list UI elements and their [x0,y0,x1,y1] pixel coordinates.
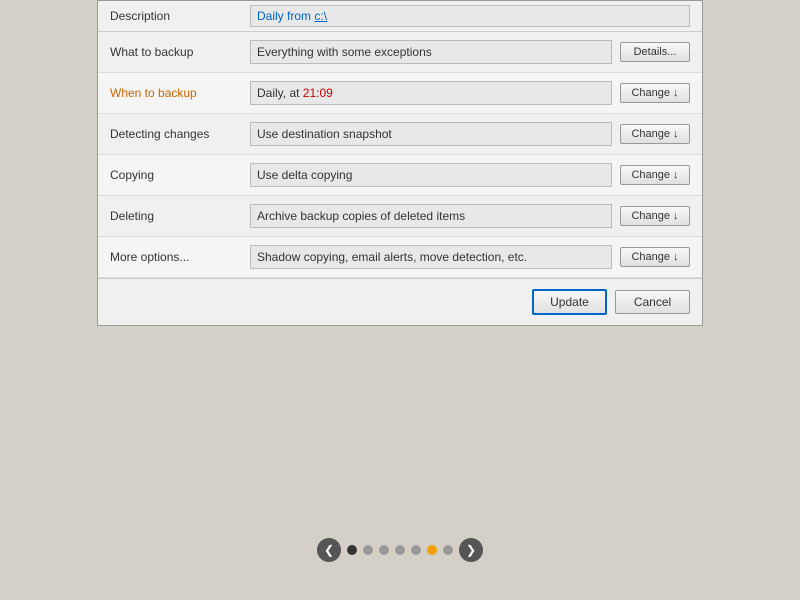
when-to-backup-label: When to backup [110,86,250,100]
page-dot-5[interactable] [411,545,421,555]
update-button[interactable]: Update [532,289,607,315]
row-deleting: Deleting Archive backup copies of delete… [98,196,702,237]
detecting-changes-value: Use destination snapshot [250,122,612,146]
more-options-label: More options... [110,250,250,264]
details-button[interactable]: Details... [620,42,690,62]
description-label: Description [110,9,250,23]
copying-value: Use delta copying [250,163,612,187]
copying-change-button[interactable]: Change ↓ [620,165,690,185]
page-dot-7[interactable] [443,545,453,555]
row-more-options: More options... Shadow copying, email al… [98,237,702,278]
row-what-to-backup: What to backup Everything with some exce… [98,32,702,73]
what-to-backup-value: Everything with some exceptions [250,40,612,64]
detecting-changes-label: Detecting changes [110,127,250,141]
deleting-label: Deleting [110,209,250,223]
when-to-backup-value: Daily, at 21:09 [250,81,612,105]
description-row: Description Daily from c:\ [98,1,702,32]
description-value: Daily from c:\ [250,5,690,27]
more-options-value: Shadow copying, email alerts, move detec… [250,245,612,269]
next-page-button[interactable]: ❯ [459,538,483,562]
page-dot-1[interactable] [347,545,357,555]
pagination: ❮ ❯ [0,538,800,562]
row-when-to-backup: When to backup Daily, at 21:09 Change ↓ [98,73,702,114]
deleting-value: Archive backup copies of deleted items [250,204,612,228]
row-copying: Copying Use delta copying Change ↓ [98,155,702,196]
page-dot-6[interactable] [427,545,437,555]
cancel-button[interactable]: Cancel [615,290,690,314]
page-dot-3[interactable] [379,545,389,555]
page-dot-4[interactable] [395,545,405,555]
main-panel: Description Daily from c:\ What to backu… [97,0,703,326]
footer-row: Update Cancel [98,278,702,325]
row-detecting-changes: Detecting changes Use destination snapsh… [98,114,702,155]
detecting-changes-change-button[interactable]: Change ↓ [620,124,690,144]
page-dot-2[interactable] [363,545,373,555]
description-link[interactable]: c:\ [314,9,327,23]
what-to-backup-label: What to backup [110,45,250,59]
prev-page-button[interactable]: ❮ [317,538,341,562]
when-to-backup-change-button[interactable]: Change ↓ [620,83,690,103]
time-value: 21:09 [303,86,333,100]
copying-label: Copying [110,168,250,182]
deleting-change-button[interactable]: Change ↓ [620,206,690,226]
more-options-change-button[interactable]: Change ↓ [620,247,690,267]
table-section: What to backup Everything with some exce… [98,32,702,278]
